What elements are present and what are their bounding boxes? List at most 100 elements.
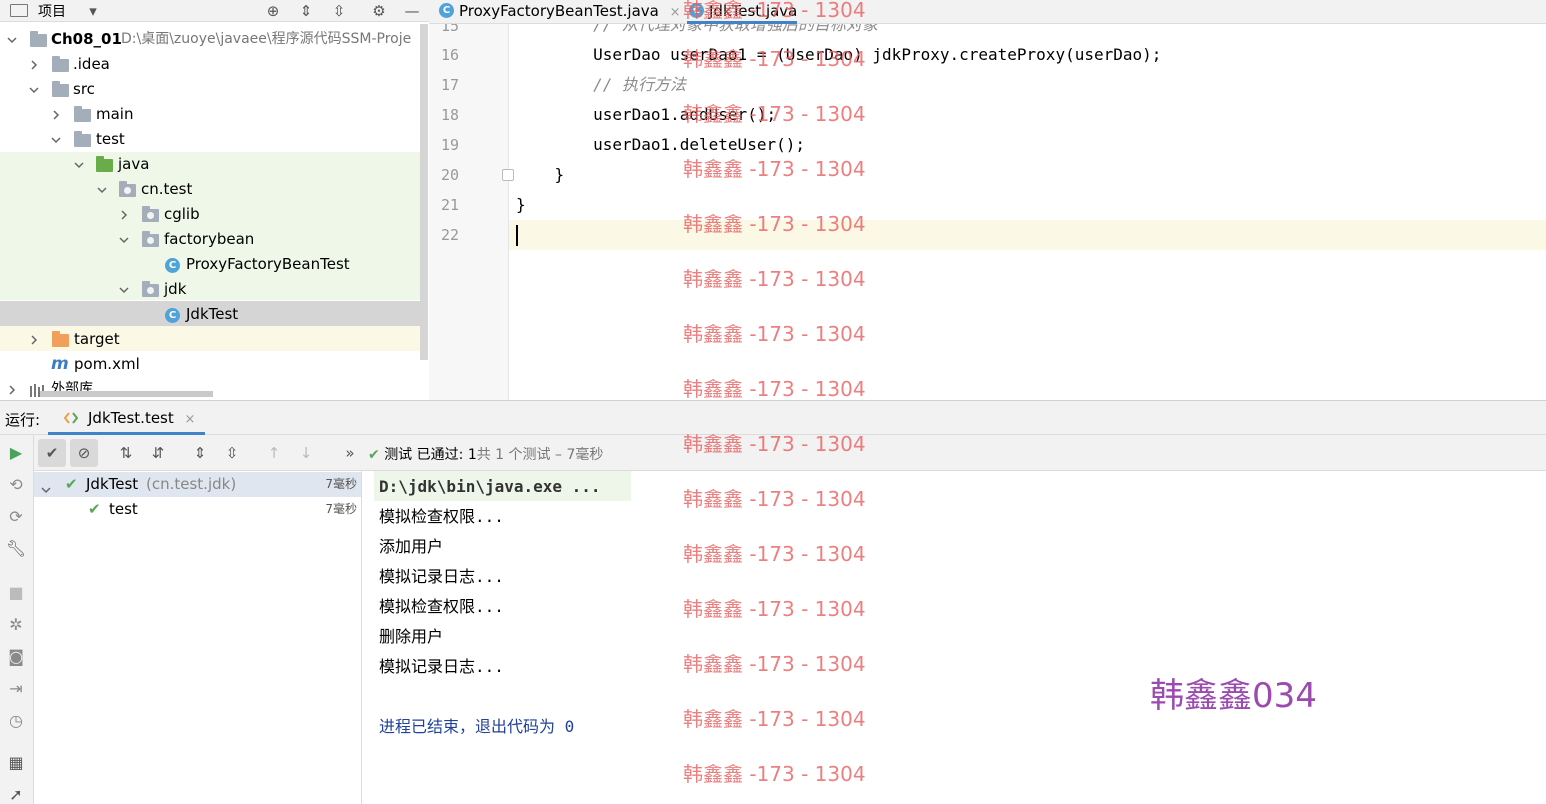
folder-icon [74,131,92,147]
chevron-down-icon[interactable] [50,134,62,146]
test-case-row[interactable]: ✔ test 7毫秒 [34,497,361,522]
console-command[interactable]: D:\jdk\bin\java.exe ... [379,472,601,502]
tree-item-label: pom.xml [74,355,140,373]
rerun-icon[interactable]: ▶ [4,441,28,465]
test-suite-package: (cn.test.jdk) [146,475,237,493]
line-number: 20 [440,166,459,184]
project-path: D:\桌面\zuoye\javaee\程序源代码SSM-Proje [121,31,412,47]
java-class-icon: C [689,3,704,18]
tree-item-label: Ch08_01 [51,30,122,48]
tree-item-test[interactable]: test [0,127,420,152]
run-tab[interactable]: JdkTest.test × [48,401,206,435]
tree-item-jdktest[interactable]: C JdkTest [0,302,420,327]
chevron-right-icon[interactable] [6,384,18,396]
project-horizontal-scrollbar[interactable] [40,391,213,397]
tree-item-src[interactable]: src [0,77,420,102]
camera-icon[interactable]: ◙ [4,645,28,669]
fold-marker-icon[interactable] [502,169,514,181]
line-number: 15 [440,24,459,35]
code-line[interactable]: userDao1.deleteUser(); [516,130,805,160]
code-line[interactable]: UserDao userDao1 = (UserDao) jdkProxy.cr… [516,40,1161,70]
previous-test-icon[interactable]: ↑ [260,439,288,467]
tree-item-label: jdk [164,280,187,298]
tree-item-cn-test[interactable]: cn.test [0,177,420,202]
wrench-icon[interactable]: 🔧︎ [4,537,28,561]
line-number: 22 [440,226,459,244]
chevron-down-icon[interactable] [118,234,130,246]
tree-item-cglib[interactable]: cglib [0,202,420,227]
tree-item-label: cn.test [141,180,193,198]
chevron-down-icon[interactable] [28,84,40,96]
package-icon [142,231,160,247]
close-icon[interactable]: × [670,5,681,20]
code-line[interactable]: } [516,160,565,190]
tab-jdktest[interactable]: C JdkTest.java [687,0,798,24]
history-icon[interactable]: ◷ [4,709,28,733]
more-icon[interactable]: » [336,439,364,467]
chevron-down-icon[interactable] [73,159,85,171]
tree-item-factorybean[interactable]: factorybean [0,227,420,252]
toggle-auto-test-icon[interactable]: ⟳ [4,505,28,529]
test-results-tree: ✔ JdkTest (cn.test.jdk) 7毫秒 ✔ test 7毫秒 [34,471,362,804]
sort-duration-icon[interactable]: ⇵ [144,439,172,467]
tree-item-main[interactable]: main [0,102,420,127]
next-test-icon[interactable]: ↓ [292,439,320,467]
chevron-down-icon[interactable] [118,284,130,296]
collapse-all-icon[interactable]: ⇳ [218,439,246,467]
close-icon[interactable]: × [185,412,196,427]
chevron-right-icon[interactable] [28,334,40,346]
console-line: 模拟记录日志... [379,657,504,676]
project-panel-title[interactable]: 项目 [38,1,66,21]
collapse-all-icon[interactable]: ⇳ [330,2,348,20]
debug-icon[interactable]: ✲ [4,613,28,637]
tree-item-proxyfactorybeantest[interactable]: C ProxyFactoryBeanTest [0,252,420,277]
tree-item-java[interactable]: java [0,152,420,177]
rerun-failed-icon[interactable]: ⟲ [4,473,28,497]
tab-proxyfactorybeantest[interactable]: C ProxyFactoryBeanTest.java × [437,0,681,24]
tree-item-label: ProxyFactoryBeanTest [186,255,350,273]
java-class-icon: C [165,257,183,273]
test-suite-row[interactable]: ✔ JdkTest (cn.test.jdk) 7毫秒 [34,472,361,497]
code-line[interactable]: } [516,190,526,220]
expand-all-icon[interactable]: ⇕ [186,439,214,467]
gear-icon[interactable]: ⚙ [370,2,388,20]
code-line[interactable]: userDao1.addUser(); [516,100,776,130]
chevron-down-icon[interactable] [6,34,18,46]
dropdown-icon[interactable]: ▾ [84,2,102,20]
current-line-highlight [429,220,1546,250]
tree-item-project-root[interactable]: Ch08_01 D:\桌面\zuoye\javaee\程序源代码SSM-Proj… [0,27,420,52]
minimize-icon[interactable]: — [403,2,421,20]
locate-icon[interactable]: ⊕ [264,2,282,20]
code-line[interactable]: // 执行方法 [516,70,686,100]
chevron-right-icon[interactable] [118,209,130,221]
project-panel-header: 项目 ▾ ⊕ ⇕ ⇳ ⚙ — [0,0,429,22]
console-exit-line: 进程已结束，退出代码为 0 [379,717,575,736]
test-duration: 7毫秒 [325,502,357,516]
chevron-down-icon[interactable] [96,184,108,196]
chevron-right-icon[interactable] [50,109,62,121]
stop-icon[interactable]: ■ [4,581,28,605]
package-icon [119,181,137,197]
java-class-icon: C [439,3,454,18]
tree-item-label: factorybean [164,230,255,248]
tree-item-pom[interactable]: m pom.xml [0,352,420,377]
project-vertical-scrollbar[interactable] [420,24,428,360]
maven-icon: m [51,354,69,374]
run-config-icon [63,411,79,425]
code-line[interactable]: // 从代理对象中获取增强后的目标对象 [516,24,878,40]
import-icon[interactable]: ⇥ [4,677,28,701]
project-view-icon[interactable] [10,4,28,17]
console-output[interactable]: D:\jdk\bin\java.exe ... 模拟检查权限... 添加用户 模… [362,471,1546,804]
expand-all-icon[interactable]: ⇕ [297,2,315,20]
tree-item-target[interactable]: target [0,327,420,352]
pin-icon[interactable]: ➚ [4,783,28,804]
show-passed-icon[interactable]: ✔ [38,439,66,467]
tree-item-label: java [118,155,150,173]
tree-item-jdk[interactable]: jdk [0,277,420,302]
tree-item-idea[interactable]: .idea [0,52,420,77]
show-ignored-icon[interactable]: ⊘ [70,439,98,467]
layout-icon[interactable]: ▦ [4,751,28,775]
line-number: 18 [440,106,459,124]
sort-alpha-icon[interactable]: ⇅ [112,439,140,467]
chevron-right-icon[interactable] [28,59,40,71]
